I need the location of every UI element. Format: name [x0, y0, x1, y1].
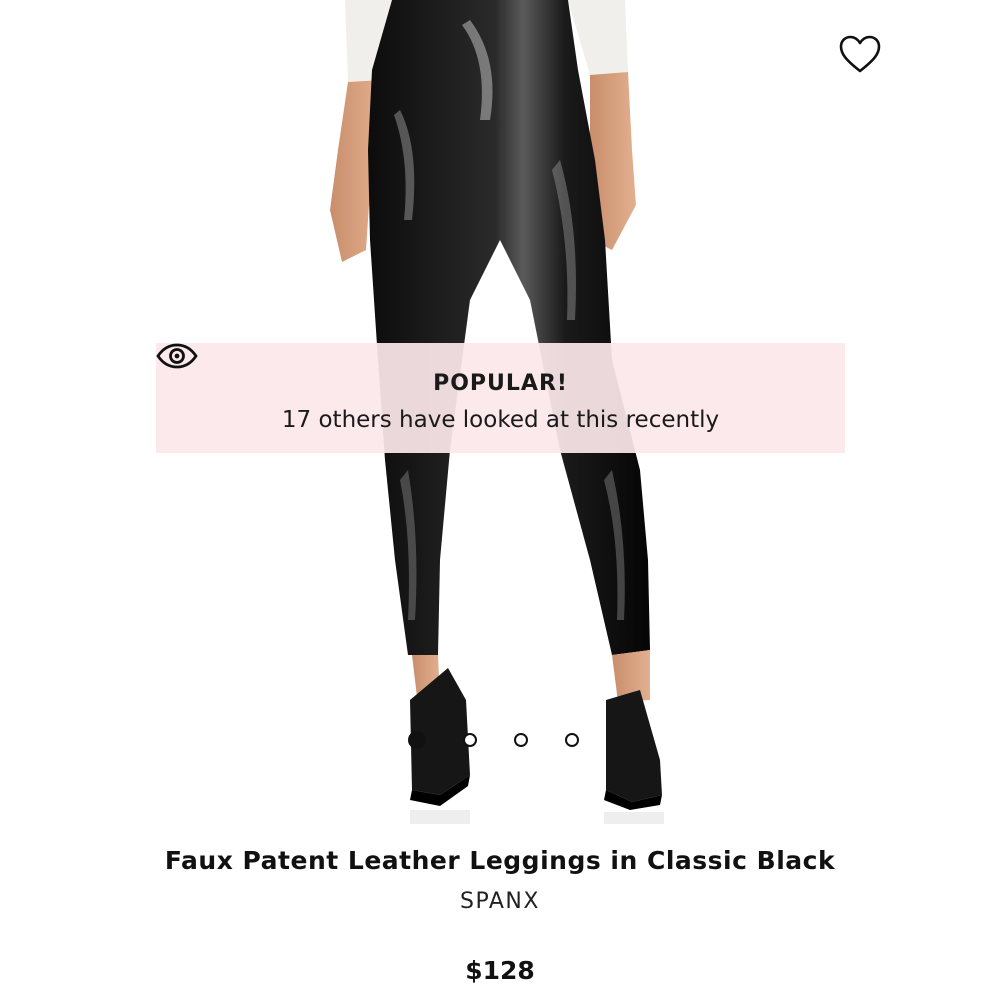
product-price: $128 [465, 956, 535, 985]
popular-banner-header: POPULAR! [156, 343, 568, 403]
product-brand[interactable]: SPANX [460, 889, 540, 914]
product-screen: POPULAR! 17 others have looked at this r… [0, 0, 1000, 1000]
carousel-dot-1[interactable] [408, 731, 426, 749]
carousel-dot-4[interactable] [565, 733, 579, 747]
carousel-dots [408, 730, 579, 750]
product-image[interactable]: POPULAR! 17 others have looked at this r… [0, 0, 1000, 830]
product-title[interactable]: Faux Patent Leather Leggings in Classic … [165, 846, 835, 875]
wishlist-button[interactable] [838, 34, 894, 86]
carousel-dot-3[interactable] [514, 733, 528, 747]
popular-description: 17 others have looked at this recently [281, 407, 720, 433]
product-info: Faux Patent Leather Leggings in Classic … [0, 840, 1000, 985]
eye-icon [156, 343, 198, 369]
carousel-dot-2[interactable] [463, 733, 477, 747]
popular-banner: POPULAR! 17 others have looked at this r… [156, 343, 845, 453]
popular-title: POPULAR! [433, 370, 568, 396]
heart-outline-icon [839, 35, 881, 73]
